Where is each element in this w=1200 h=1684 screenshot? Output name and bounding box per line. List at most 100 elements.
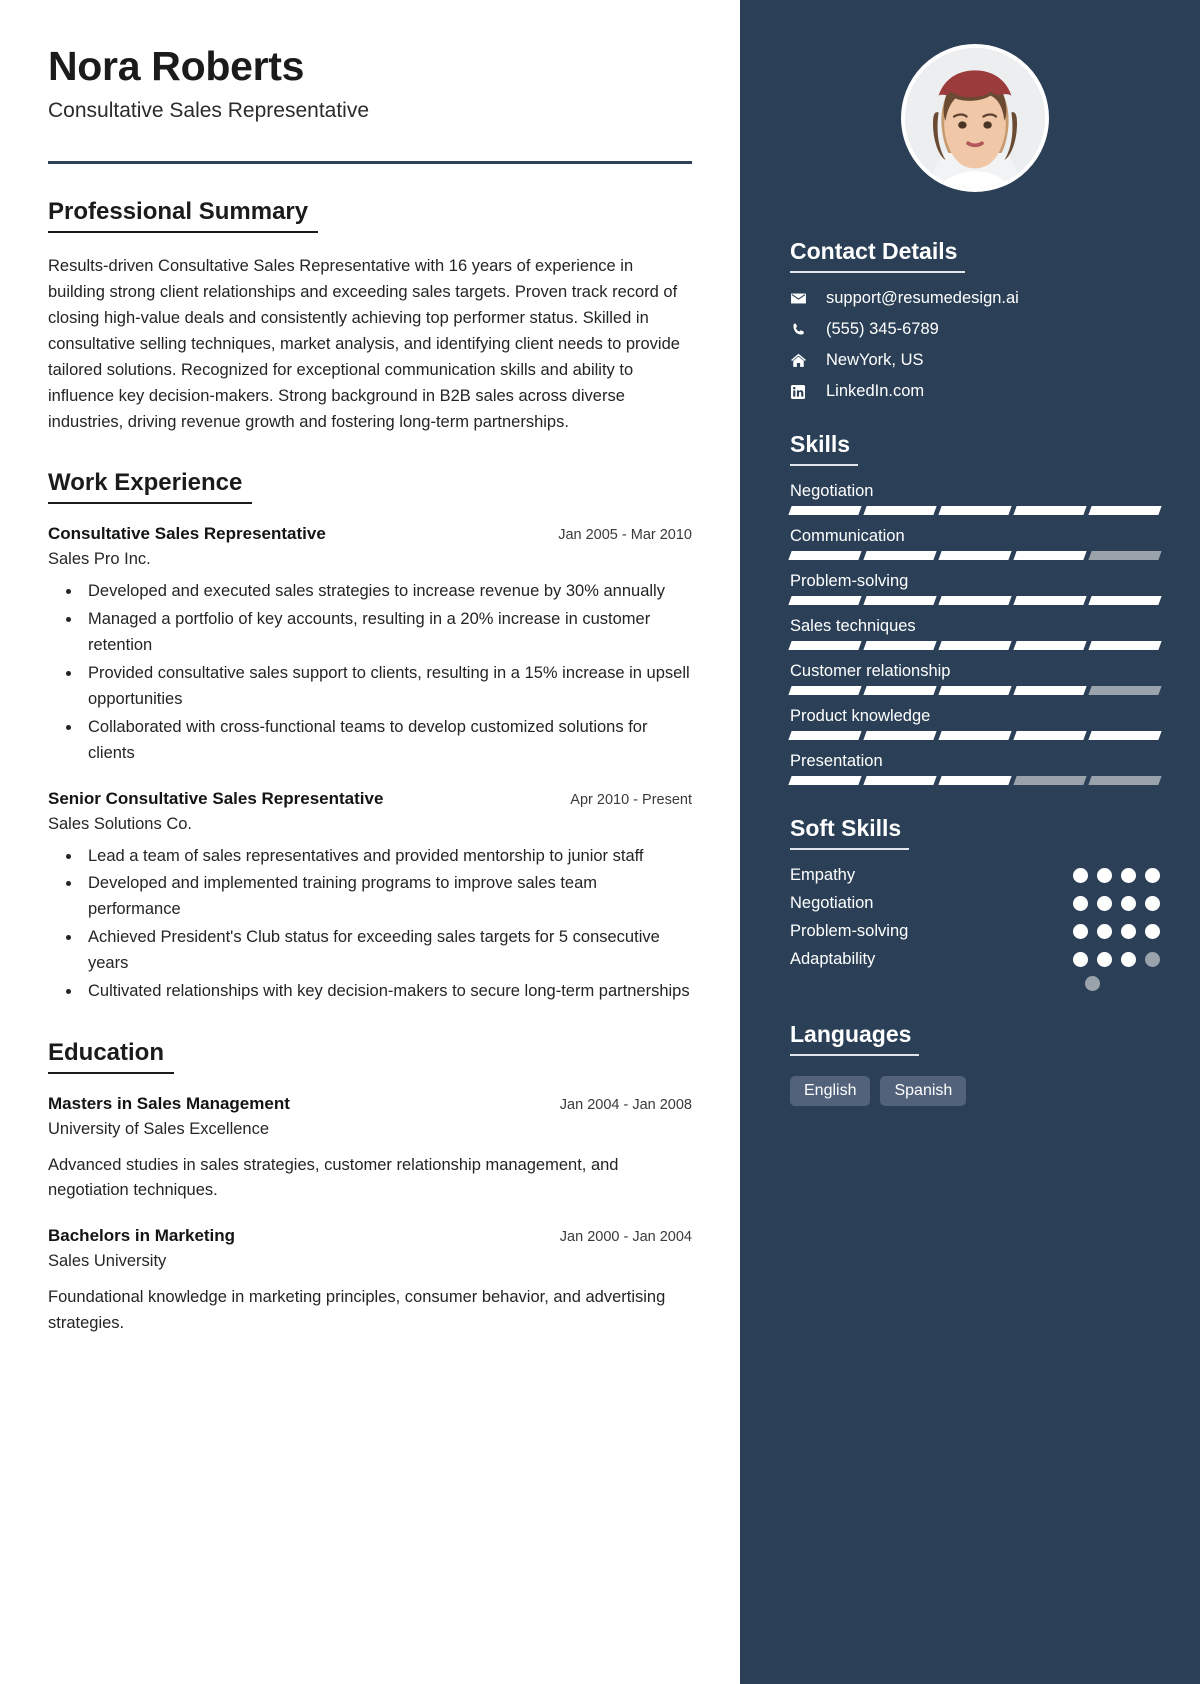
soft-skill-name: Negotiation (790, 894, 874, 912)
soft-skill-rating (1073, 952, 1160, 967)
home-icon (790, 352, 816, 369)
rating-dot (1145, 952, 1160, 967)
avatar-wrapper (790, 44, 1160, 192)
skill-item: Communication (788, 527, 1162, 560)
skill-bar-segment (1088, 551, 1162, 560)
education-entry-header: Bachelors in Marketing Jan 2000 - Jan 200… (48, 1226, 692, 1246)
work-entry-organization: Sales Pro Inc. (48, 550, 151, 569)
soft-skills-list: Empathy Negotiation Problem-solving Adaptab… (790, 866, 1160, 969)
soft-skill-item: Negotiation (790, 894, 1160, 913)
skill-bar-segment (938, 686, 1012, 695)
skills-block: Skills Negotiation Communication Problem-s… (788, 431, 1162, 785)
skill-bar-segment (788, 551, 862, 560)
section-education: Education Masters in Sales Management Jan… (48, 1039, 692, 1336)
main-column: Nora Roberts Consultative Sales Represen… (0, 0, 740, 1684)
education-entry: Bachelors in Marketing Jan 2000 - Jan 200… (48, 1226, 692, 1336)
skill-bar-segment (788, 686, 862, 695)
education-entry-description: Advanced studies in sales strategies, cu… (48, 1155, 619, 1200)
skill-bar-segment (1088, 641, 1162, 650)
skill-bar-segment (788, 596, 862, 605)
rating-dot (1145, 868, 1160, 883)
education-entry-date: Jan 2004 - Jan 2008 (559, 1096, 692, 1113)
section-professional-summary: Professional Summary Results-driven Cons… (48, 198, 692, 435)
candidate-name: Nora Roberts (48, 43, 305, 89)
rating-dot (1073, 924, 1088, 939)
soft-skills-block: Soft Skills Empathy Negotiation Problem-so… (790, 815, 1160, 991)
contact-item-value: NewYork, US (826, 351, 924, 369)
skill-level-bar (788, 731, 1162, 740)
summary-text: Results-driven Consultative Sales Repres… (48, 256, 680, 432)
contact-item[interactable]: NewYork, US (790, 351, 1160, 370)
skill-bar-segment (788, 776, 862, 785)
skill-bar-segment (863, 596, 937, 605)
soft-skill-rating (1073, 924, 1160, 939)
skill-item: Product knowledge (788, 707, 1162, 740)
contact-item[interactable]: LinkedIn.com (790, 382, 1160, 401)
contact-item-value: support@resumedesign.ai (826, 289, 1019, 307)
skill-bar-segment (1088, 596, 1162, 605)
language-list: English Spanish (790, 1076, 1160, 1106)
work-entry-header: Senior Consultative Sales Representative… (48, 789, 692, 809)
skill-bar-segment (938, 641, 1012, 650)
linkedin-icon (790, 384, 816, 400)
work-entry-date: Jan 2005 - Mar 2010 (558, 527, 692, 544)
contact-item[interactable]: support@resumedesign.ai (790, 289, 1160, 308)
rating-dot (1073, 868, 1088, 883)
skill-bar-segment (938, 776, 1012, 785)
education-entry-degree: Bachelors in Marketing (48, 1226, 236, 1246)
skill-bar-segment (1088, 776, 1162, 785)
list-item: Achieved President's Club status for exc… (82, 925, 692, 977)
skill-bar-segment (863, 506, 937, 515)
rating-dot (1073, 952, 1088, 967)
work-entry-date: Apr 2010 - Present (570, 791, 692, 808)
contact-item[interactable]: (555) 345-6789 (790, 320, 1160, 339)
contact-item-value: (555) 345-6789 (826, 320, 939, 338)
avatar (901, 44, 1049, 192)
skill-level-bar (788, 551, 1162, 560)
skill-bar-segment (1013, 596, 1087, 605)
work-entry-bullets: Developed and executed sales strategies … (48, 579, 692, 766)
rating-dot (1097, 924, 1112, 939)
education-entry-degree: Masters in Sales Management (48, 1093, 290, 1113)
contact-item-value: LinkedIn.com (826, 382, 925, 400)
skill-bar-segment (1013, 506, 1087, 515)
education-entry-date: Jan 2000 - Jan 2004 (559, 1229, 692, 1246)
education-entry: Masters in Sales Management Jan 2004 - Ja… (48, 1094, 692, 1204)
skill-name: Customer relationship (790, 662, 951, 680)
skill-level-bar (788, 506, 1162, 515)
skill-bar-segment (863, 776, 937, 785)
list-item: Developed and executed sales strategies … (82, 579, 692, 605)
soft-skill-rating (1073, 868, 1160, 883)
language-chip: Spanish (880, 1076, 967, 1106)
contact-details-block: Contact Details support@resumedesign.ai (… (790, 238, 1160, 401)
skill-item: Presentation (788, 752, 1162, 785)
section-title-education: Education (48, 1039, 175, 1074)
education-entry-school: Sales University (48, 1252, 167, 1271)
skill-name: Presentation (790, 752, 883, 770)
rating-dot (1097, 896, 1112, 911)
section-title-contact: Contact Details (790, 238, 966, 273)
rating-dot (1073, 896, 1088, 911)
skill-bar-segment (938, 506, 1012, 515)
work-entry-bullets: Lead a team of sales representatives and… (48, 844, 692, 1005)
education-entry-list: Masters in Sales Management Jan 2004 - Ja… (48, 1094, 692, 1336)
rating-dot (1121, 896, 1136, 911)
phone-icon (790, 322, 816, 338)
skill-bar-segment (788, 641, 862, 650)
skill-name: Communication (790, 527, 905, 545)
skill-item: Problem-solving (788, 572, 1162, 605)
skills-list: Negotiation Communication Problem-solving S… (788, 482, 1162, 785)
skill-name: Negotiation (790, 482, 874, 500)
resume-page: Nora Roberts Consultative Sales Represen… (0, 0, 1200, 1684)
contact-list: support@resumedesign.ai (555) 345-6789 New… (790, 289, 1160, 401)
soft-skill-name: Empathy (790, 866, 856, 884)
work-entry: Senior Consultative Sales Representative… (48, 789, 692, 1005)
header-block: Nora Roberts Consultative Sales Represen… (48, 43, 692, 164)
work-entry-role: Consultative Sales Representative (48, 524, 326, 544)
skill-bar-segment (938, 551, 1012, 560)
skill-level-bar (788, 596, 1162, 605)
skill-bar-segment (788, 506, 862, 515)
sidebar: Contact Details support@resumedesign.ai (… (740, 0, 1200, 1684)
rating-dot (1145, 896, 1160, 911)
avatar-photo (905, 48, 1045, 188)
